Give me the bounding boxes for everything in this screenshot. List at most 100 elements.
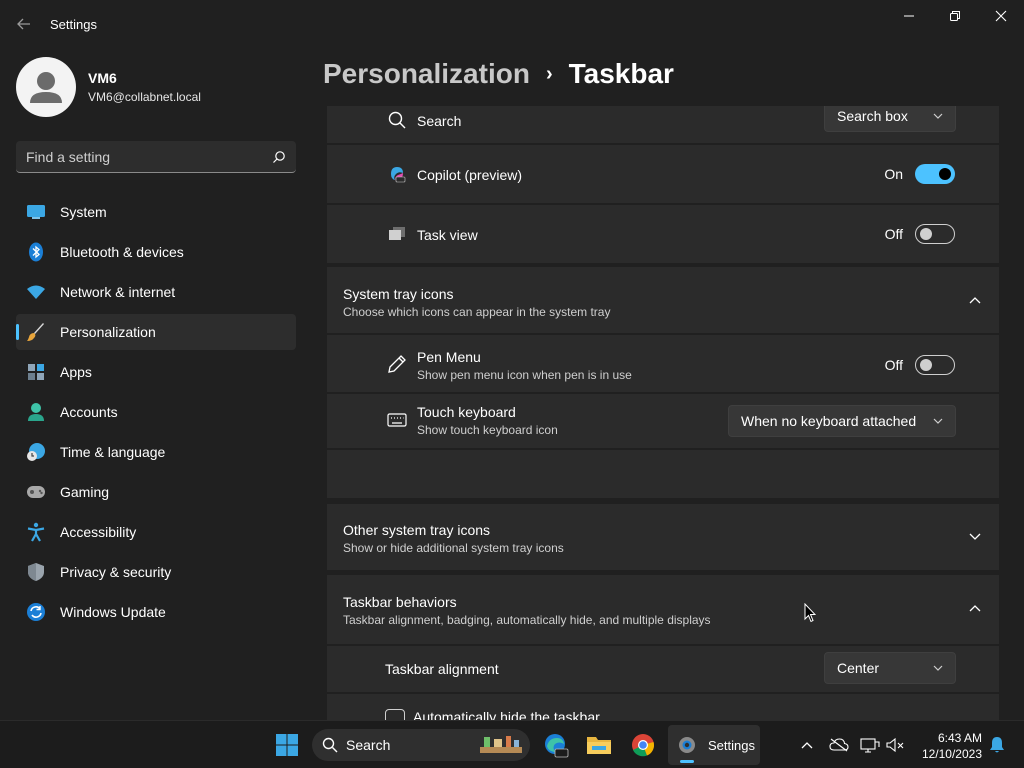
show-hidden-icons-button[interactable] — [796, 733, 818, 757]
sidebar-item-label: Windows Update — [60, 604, 166, 620]
settings-taskbar-label: Settings — [708, 737, 755, 753]
sidebar-item-label: Apps — [60, 364, 92, 380]
settings-taskbar-button[interactable]: Settings — [668, 725, 760, 765]
touch-keyboard-label: Touch keyboard — [417, 404, 516, 420]
minimize-button[interactable] — [886, 0, 932, 32]
chevron-up-icon — [801, 742, 813, 749]
sidebar-item-accessibility[interactable]: Accessibility — [16, 514, 296, 550]
alignment-dropdown[interactable]: Center — [824, 652, 956, 684]
sidebar-item-time-language[interactable]: Time & language — [16, 434, 296, 470]
sidebar-item-network[interactable]: Network & internet — [16, 274, 296, 310]
sidebar-item-gaming[interactable]: Gaming — [16, 474, 296, 510]
sidebar-item-label: Accounts — [60, 404, 118, 420]
gamepad-icon — [26, 482, 46, 502]
chevron-down-icon — [969, 533, 981, 540]
sidebar-item-accounts[interactable]: Accounts — [16, 394, 296, 430]
chrome-taskbar-button[interactable] — [628, 725, 658, 765]
chevron-up-icon — [969, 605, 981, 612]
chevron-down-icon — [933, 113, 943, 119]
wifi-icon — [26, 282, 46, 302]
windows-taskbar: Search Settings 6:43 AM 12/10/2023 — [0, 720, 1024, 768]
find-setting-input[interactable] — [26, 148, 272, 165]
sidebar-item-privacy[interactable]: Privacy & security — [16, 554, 296, 590]
page-title: Taskbar — [568, 58, 674, 89]
pen-menu-toggle[interactable] — [915, 355, 955, 375]
edge-beta-icon — [545, 734, 569, 758]
taskbar-items-card: Search Search box Copilot (preview) On T… — [327, 106, 999, 263]
alignment-row: Taskbar alignment Center — [327, 646, 999, 692]
sidebar-item-personalization[interactable]: Personalization — [16, 314, 296, 350]
pen-menu-label: Pen Menu — [417, 349, 481, 365]
sidebar-item-label: Gaming — [60, 484, 110, 500]
search-highlight-icon — [480, 736, 522, 753]
task-view-toggle[interactable] — [915, 224, 955, 244]
task-view-icon — [387, 224, 407, 244]
behaviors-card: Taskbar alignment Center Automatically h… — [327, 646, 999, 720]
speaker-muted-icon — [886, 737, 904, 753]
onedrive-tray-button[interactable] — [828, 733, 850, 757]
restore-button[interactable] — [932, 0, 978, 32]
breadcrumb-parent[interactable]: Personalization — [323, 58, 530, 90]
search-mode-dropdown[interactable]: Search box — [824, 106, 956, 132]
file-explorer-taskbar-button[interactable] — [584, 725, 614, 765]
autohide-checkbox[interactable] — [385, 709, 405, 720]
system-tray-subtitle: Choose which icons can appear in the sys… — [343, 305, 611, 319]
copilot-row: Copilot (preview) On — [327, 145, 999, 203]
start-button[interactable] — [270, 725, 304, 765]
touch-keyboard-row: Touch keyboard Show touch keyboard icon … — [327, 394, 999, 448]
back-arrow-icon — [17, 18, 30, 30]
avatar — [16, 57, 76, 117]
touch-keyboard-sub: Show touch keyboard icon — [417, 423, 558, 437]
behaviors-section-header[interactable]: Taskbar behaviors Taskbar alignment, bad… — [327, 575, 999, 644]
notifications-button[interactable] — [986, 733, 1008, 757]
sidebar-item-label: Network & internet — [60, 284, 176, 300]
system-tray-card: Pen Menu Show pen menu icon when pen is … — [327, 335, 999, 498]
behaviors-subtitle: Taskbar alignment, badging, automaticall… — [343, 613, 711, 627]
volume-tray-button[interactable] — [884, 733, 906, 757]
network-tray-button[interactable] — [859, 733, 881, 757]
task-view-label: Task view — [417, 227, 478, 243]
clock-time: 6:43 AM — [937, 731, 982, 745]
settings-content: Search Search box Copilot (preview) On T… — [327, 106, 999, 720]
mouse-cursor-icon — [804, 603, 816, 623]
close-button[interactable] — [978, 0, 1024, 32]
touch-keyboard-dropdown[interactable]: When no keyboard attached — [728, 405, 956, 437]
back-button[interactable] — [10, 12, 38, 36]
minimize-icon — [904, 15, 914, 17]
sidebar-item-label: Personalization — [60, 324, 156, 340]
person-icon — [30, 72, 62, 103]
search-row-label: Search — [417, 113, 462, 129]
task-view-toggle-wrap: Off — [885, 224, 955, 244]
sidebar-item-system[interactable]: System — [16, 194, 296, 230]
copilot-toggle[interactable] — [915, 164, 955, 184]
pen-icon — [387, 354, 407, 374]
taskbar-clock[interactable]: 6:43 AM 12/10/2023 — [916, 730, 982, 762]
other-tray-section-header[interactable]: Other system tray icons Show or hide add… — [327, 504, 999, 570]
system-tray-section-header[interactable]: System tray icons Choose which icons can… — [327, 267, 999, 333]
touch-keyboard-value: When no keyboard attached — [741, 413, 917, 429]
taskbar-search[interactable]: Search — [312, 729, 530, 761]
sidebar-item-label: Accessibility — [60, 524, 137, 540]
sidebar-item-label: Time & language — [60, 444, 166, 460]
system-tray-title: System tray icons — [343, 286, 454, 302]
find-setting-box[interactable] — [16, 141, 296, 173]
alignment-label: Taskbar alignment — [385, 661, 499, 677]
pen-menu-sub: Show pen menu icon when pen is in use — [417, 368, 632, 382]
chevron-down-icon — [933, 665, 943, 671]
gear-icon — [679, 737, 695, 753]
sidebar-item-bluetooth[interactable]: Bluetooth & devices — [16, 234, 296, 270]
bell-icon — [990, 737, 1004, 753]
brush-icon — [26, 322, 46, 342]
clock-date: 12/10/2023 — [921, 747, 982, 761]
profile-email: VM6@collabnet.local — [88, 90, 201, 104]
breadcrumb: Personalization › Taskbar — [323, 58, 674, 90]
edge-beta-taskbar-button[interactable] — [540, 725, 572, 765]
user-profile[interactable]: VM6 VM6@collabnet.local — [16, 57, 201, 117]
sidebar-item-label: Privacy & security — [60, 564, 172, 580]
chevron-down-icon — [933, 418, 943, 424]
sidebar-item-label: System — [60, 204, 107, 220]
sidebar-item-apps[interactable]: Apps — [16, 354, 296, 390]
keyboard-icon — [387, 410, 407, 430]
sidebar-item-windows-update[interactable]: Windows Update — [16, 594, 296, 630]
chevron-up-icon — [969, 297, 981, 304]
